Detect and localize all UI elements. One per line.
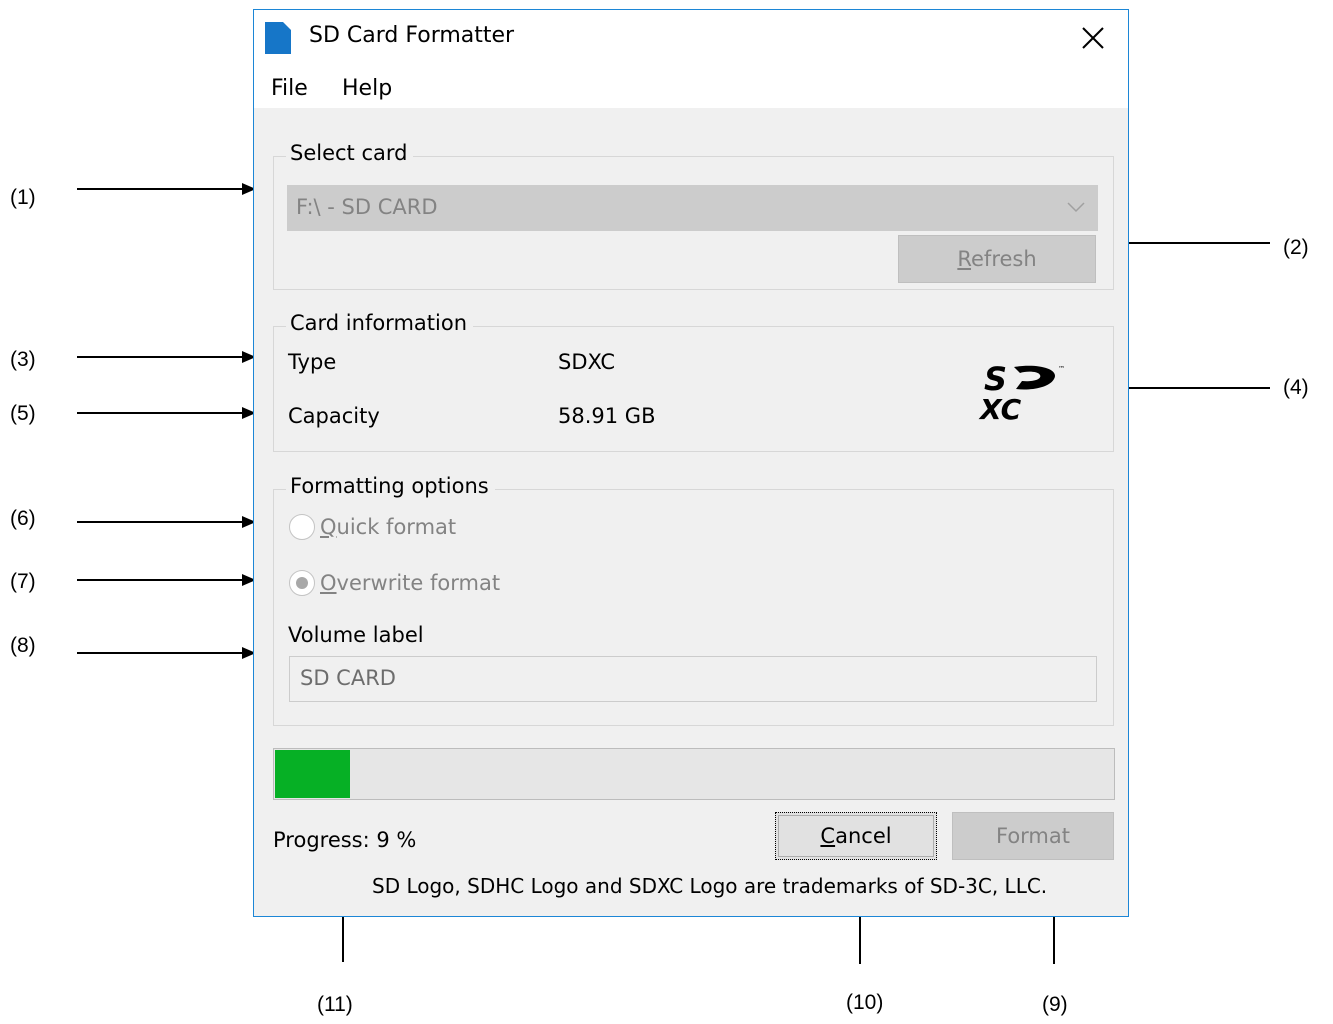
close-button[interactable] (1058, 10, 1128, 66)
format-button[interactable]: Format (952, 812, 1114, 860)
callout-3: (3) (10, 348, 36, 371)
callout-1: (1) (10, 186, 36, 209)
volume-label-value: SD CARD (300, 666, 396, 690)
progress-bar (273, 748, 1115, 800)
arrow-5 (77, 407, 256, 419)
refresh-button[interactable]: Refresh (898, 235, 1096, 283)
formatting-options-legend: Formatting options (286, 474, 495, 498)
trademark-footer: SD Logo, SDHC Logo and SDXC Logo are tra… (372, 874, 1048, 898)
title-bar[interactable]: SD Card Formatter (254, 10, 1128, 66)
type-value: SDXC (558, 350, 616, 374)
radio-selected-dot (296, 577, 308, 589)
quick-format-radio-circle[interactable] (289, 514, 315, 540)
chevron-down-icon (1067, 202, 1085, 213)
callout-2: (2) (1283, 236, 1309, 259)
callout-4: (4) (1283, 376, 1309, 399)
callout-10: (10) (846, 991, 884, 1014)
sd-card-app-icon (265, 22, 291, 54)
quick-format-mnemonic: Q (320, 515, 337, 539)
callout-11: (11) (317, 993, 353, 1016)
arrow-8 (77, 647, 256, 659)
callout-8: (8) (10, 634, 36, 657)
card-information-legend: Card information (286, 311, 474, 335)
capacity-label: Capacity (288, 404, 380, 428)
volume-label-heading: Volume label (288, 623, 424, 647)
capacity-value: 58.91 GB (558, 404, 656, 428)
refresh-label: efresh (971, 247, 1037, 271)
callout-5: (5) (10, 402, 36, 425)
window-title: SD Card Formatter (309, 23, 515, 48)
card-select-dropdown[interactable]: F:\ - SD CARD (287, 185, 1098, 231)
arrow-3 (77, 351, 256, 363)
arrow-1 (77, 183, 256, 195)
cancel-button[interactable]: Cancel (775, 812, 937, 860)
volume-label-input[interactable]: SD CARD (289, 656, 1097, 702)
menu-bar: File Help (254, 66, 1128, 108)
select-card-legend: Select card (286, 141, 414, 165)
card-select-value: F:\ - SD CARD (296, 195, 438, 219)
overwrite-format-radio[interactable]: Overwrite format (289, 570, 500, 596)
callout-6: (6) (10, 507, 36, 530)
cancel-mnemonic: C (820, 824, 836, 848)
type-label: Type (288, 350, 337, 374)
overwrite-format-mnemonic: O (320, 571, 337, 595)
card-information-group: Card information Type SDXC Capacity 58.9… (273, 311, 1114, 452)
svg-text:XC: XC (978, 393, 1022, 423)
sd-card-formatter-window: SD Card Formatter File Help Select card … (253, 9, 1129, 917)
arrow-7 (77, 574, 256, 586)
formatting-options-group: Formatting options Quick format Overwrit… (273, 474, 1114, 726)
close-icon (1082, 27, 1104, 49)
cancel-label: ancel (835, 824, 892, 848)
svg-text:™: ™ (1058, 365, 1065, 373)
arrow-6 (77, 516, 256, 528)
select-card-group: Select card F:\ - SD CARD Refresh (273, 141, 1114, 290)
overwrite-format-label: verwrite format (336, 571, 501, 595)
overwrite-format-radio-circle[interactable] (289, 570, 315, 596)
menu-help[interactable]: Help (342, 76, 392, 101)
callout-9: (9) (1042, 993, 1068, 1016)
progress-fill (275, 750, 350, 798)
quick-format-label: uick format (336, 515, 457, 539)
progress-status: Progress: 9 % (273, 828, 417, 852)
sdxc-logo-icon: S ™ XC (978, 361, 1065, 423)
menu-file[interactable]: File (271, 76, 308, 101)
callout-7: (7) (10, 570, 36, 593)
refresh-mnemonic: R (957, 247, 971, 271)
quick-format-radio[interactable]: Quick format (289, 514, 456, 540)
